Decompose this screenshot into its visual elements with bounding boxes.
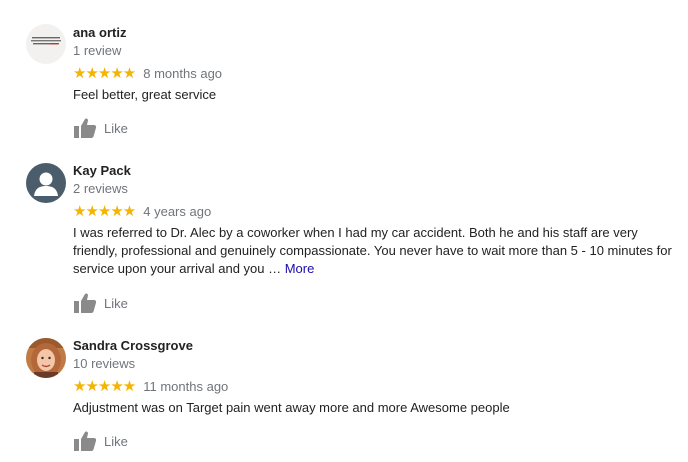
- thumbs-up-icon: [74, 118, 97, 138]
- reviewer-avatar[interactable]: [26, 338, 66, 378]
- review-text-body: I was referred to Dr. Alec by a coworker…: [73, 225, 672, 276]
- review-date: 8 months ago: [143, 66, 223, 81]
- reviewer-avatar[interactable]: [26, 24, 66, 64]
- star-rating: ★★★★★: [73, 378, 136, 395]
- like-label: Like: [104, 120, 128, 136]
- default-avatar-icon: [26, 163, 66, 203]
- rating-row: ★★★★★ 8 months ago: [73, 65, 678, 83]
- like-button[interactable]: Like: [73, 116, 678, 140]
- review-text-body: Feel better, great service: [73, 87, 217, 102]
- review-count: 2 reviews: [73, 181, 128, 196]
- reviewer-avatar[interactable]: [26, 163, 66, 203]
- thumbs-up-icon: [74, 293, 97, 313]
- rating-row: ★★★★★ 11 months ago: [73, 378, 678, 396]
- avatar-photo: [26, 338, 66, 378]
- review-text: Adjustment was on Target pain went away …: [73, 399, 678, 417]
- thumbs-up-icon: [74, 431, 97, 451]
- star-rating: ★★★★★: [73, 65, 136, 82]
- reviewer-name[interactable]: Kay Pack: [73, 163, 678, 179]
- review-count: 1 review: [73, 43, 122, 58]
- star-rating: ★★★★★: [73, 203, 136, 220]
- like-label: Like: [104, 433, 128, 449]
- like-button[interactable]: Like: [73, 291, 678, 315]
- review-text: Feel better, great service: [73, 86, 678, 104]
- review-text-body: Adjustment was on Target pain went away …: [73, 400, 510, 415]
- review-date: 11 months ago: [143, 379, 229, 394]
- review-count: 10 reviews: [73, 356, 136, 371]
- reviewer-name[interactable]: Sandra Crossgrove: [73, 338, 678, 354]
- more-link[interactable]: More: [285, 261, 315, 276]
- reviewer-name[interactable]: ana ortiz: [73, 25, 678, 41]
- review-text: I was referred to Dr. Alec by a coworker…: [73, 224, 678, 278]
- avatar-image: [26, 24, 66, 64]
- review-date: 4 years ago: [143, 204, 212, 219]
- like-button[interactable]: Like: [73, 429, 678, 453]
- like-label: Like: [104, 295, 128, 311]
- rating-row: ★★★★★ 4 years ago: [73, 203, 678, 221]
